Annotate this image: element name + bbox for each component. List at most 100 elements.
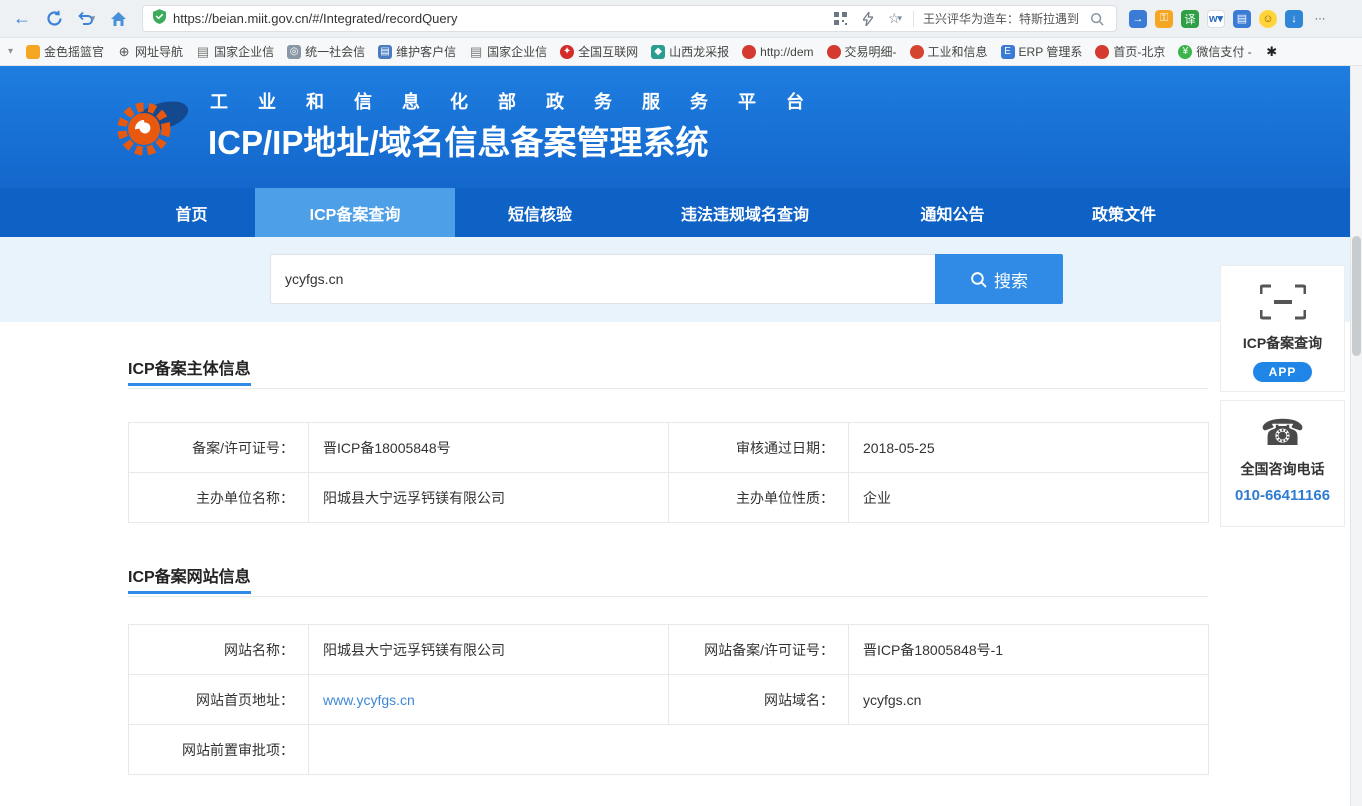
- wechat-pay-icon: ¥: [1178, 45, 1192, 59]
- section-title: ICP备案主体信息: [128, 355, 251, 386]
- main-content: ICP备案主体信息 备案/许可证号： 晋ICP备18005848号 审核通过日期…: [128, 322, 1208, 775]
- scrollbar-thumb[interactable]: [1352, 236, 1361, 356]
- search-icon[interactable]: [1088, 10, 1106, 28]
- table-row: 网站首页地址： www.ycyfgs.cn 网站域名： ycyfgs.cn: [129, 675, 1209, 725]
- notes-icon[interactable]: ▤: [1233, 10, 1251, 28]
- security-shield-icon: [153, 9, 166, 29]
- field-value: 阳城县大宁远孚钙镁有限公司: [309, 625, 669, 675]
- qr-grid-icon[interactable]: [832, 10, 850, 28]
- field-value: 2018-05-25: [849, 423, 1209, 473]
- word-icon[interactable]: w▾: [1207, 10, 1225, 28]
- document-icon: ▤: [196, 45, 210, 59]
- tab-sms-verification[interactable]: 短信核验: [455, 188, 625, 237]
- home-icon[interactable]: [104, 5, 132, 33]
- address-bar[interactable]: https://beian.miit.gov.cn/#/Integrated/r…: [142, 5, 1117, 32]
- bookmarks-menu-icon[interactable]: ▾: [8, 46, 13, 57]
- domain-search-input[interactable]: [270, 254, 935, 304]
- emblem-icon: ✦: [560, 45, 574, 59]
- undo-dropdown-icon[interactable]: ▾: [91, 13, 96, 24]
- refresh-icon[interactable]: [40, 5, 68, 33]
- tab-icp-record-query[interactable]: ICP备案查询: [255, 188, 455, 237]
- bookmark-item[interactable]: ◎统一社会信: [287, 43, 365, 60]
- hotline-number: 010-66411166: [1221, 487, 1344, 504]
- page-title: ICP/IP地址/域名信息备案管理系统: [208, 116, 709, 164]
- bookmark-item[interactable]: ◆山西龙采报: [651, 43, 729, 60]
- bookmark-item[interactable]: ▤国家企业信: [469, 43, 547, 60]
- lightning-icon[interactable]: [859, 10, 877, 28]
- bookmark-favicon: [26, 45, 40, 59]
- field-label: 审核通过日期：: [669, 423, 849, 473]
- bookmark-favicon: ◎: [287, 45, 301, 59]
- bookmark-item[interactable]: 首页-北京: [1095, 43, 1165, 60]
- field-value: 阳城县大宁远孚钙镁有限公司: [309, 473, 669, 523]
- document-icon: ▤: [469, 45, 483, 59]
- tab-policy-documents[interactable]: 政策文件: [1040, 188, 1208, 237]
- undo-icon[interactable]: ▾: [72, 5, 100, 33]
- table-row: 主办单位名称： 阳城县大宁远孚钙镁有限公司 主办单位性质： 企业: [129, 473, 1209, 523]
- field-value: [309, 725, 1209, 775]
- bookmark-item[interactable]: ▤国家企业信: [196, 43, 274, 60]
- field-label: 网站前置审批项：: [129, 725, 309, 775]
- smiley-icon[interactable]: ☺: [1259, 10, 1277, 28]
- back-icon[interactable]: ←: [8, 5, 36, 33]
- website-home-link[interactable]: www.ycyfgs.cn: [323, 692, 415, 708]
- page: ← ▾ https://beian.miit.gov.cn/#/Integrat…: [0, 0, 1362, 806]
- app-badge: APP: [1253, 362, 1313, 382]
- field-label: 网站首页地址：: [129, 675, 309, 725]
- hotline-title: 全国咨询电话: [1221, 459, 1344, 479]
- field-label: 网站域名：: [669, 675, 849, 725]
- field-label: 备案/许可证号：: [129, 423, 309, 473]
- divider: [913, 11, 914, 27]
- more-icon[interactable]: ⋯: [1311, 10, 1329, 28]
- bookmark-favicon: [827, 45, 841, 59]
- globe-icon: ⊕: [117, 45, 131, 59]
- site-header: 工业和信息化部政务服务平台 ICP/IP地址/域名信息备案管理系统: [0, 66, 1362, 188]
- bookmark-item[interactable]: http://dem: [742, 45, 813, 59]
- field-label: 主办单位性质：: [669, 473, 849, 523]
- subject-section-header: ICP备案主体信息: [128, 355, 1208, 389]
- section-title: ICP备案网站信息: [128, 563, 251, 594]
- field-label: 网站备案/许可证号：: [669, 625, 849, 675]
- browser-toolbar: ← ▾ https://beian.miit.gov.cn/#/Integrat…: [0, 0, 1362, 38]
- hotline-card: ☎ 全国咨询电话 010-66411166: [1220, 400, 1345, 527]
- icp-query-app-card[interactable]: ICP备案查询 APP: [1220, 265, 1345, 392]
- bookmark-favicon: E: [1001, 45, 1015, 59]
- bookmark-item[interactable]: ¥微信支付 -: [1178, 43, 1251, 60]
- scan-icon: [1221, 284, 1344, 325]
- bookmark-item[interactable]: 金色摇篮官: [26, 43, 104, 60]
- search-button[interactable]: 搜索: [935, 254, 1063, 304]
- bookmark-item[interactable]: ⊕网址导航: [117, 43, 183, 60]
- translate-icon[interactable]: 译: [1181, 10, 1199, 28]
- field-value: 晋ICP备18005848号-1: [849, 625, 1209, 675]
- bookmark-favicon: ▤: [378, 45, 392, 59]
- bookmark-item[interactable]: 工业和信息: [910, 43, 988, 60]
- bookmark-favicon: [910, 45, 924, 59]
- tab-notices[interactable]: 通知公告: [865, 188, 1040, 237]
- tab-illegal-domain-query[interactable]: 违法违规域名查询: [625, 188, 865, 237]
- field-label: 主办单位名称：: [129, 473, 309, 523]
- bookmark-item[interactable]: ▤维护客户信: [378, 43, 456, 60]
- bookmark-favicon: [742, 45, 756, 59]
- bookmarks-bar: ▾ 金色摇篮官 ⊕网址导航 ▤国家企业信 ◎统一社会信 ▤维护客户信 ▤国家企业…: [0, 38, 1362, 66]
- bookmark-item[interactable]: 交易明细-: [827, 43, 897, 60]
- url-text: https://beian.miit.gov.cn/#/Integrated/r…: [173, 11, 825, 26]
- bookmark-item[interactable]: ✦全国互联网: [560, 43, 638, 60]
- field-label: 网站名称：: [129, 625, 309, 675]
- extension-icons: → ⚿ 译 w▾ ▤ ☺ ↓ ⋯: [1129, 10, 1329, 28]
- key-icon[interactable]: ⚿: [1155, 10, 1173, 28]
- star-icon[interactable]: ☆▾: [886, 10, 904, 28]
- hot-search-text[interactable]: 王兴评华为造车：特斯拉遇到: [923, 10, 1079, 27]
- tab-home[interactable]: 首页: [128, 188, 255, 237]
- field-value: 晋ICP备18005848号: [309, 423, 669, 473]
- miit-logo: [112, 92, 190, 167]
- bookmark-favicon: ◆: [651, 45, 665, 59]
- login-icon[interactable]: →: [1129, 10, 1147, 28]
- table-row: 网站前置审批项：: [129, 725, 1209, 775]
- paw-icon[interactable]: ✱: [1265, 45, 1279, 59]
- download-icon[interactable]: ↓: [1285, 10, 1303, 28]
- field-value: ycyfgs.cn: [849, 675, 1209, 725]
- phone-icon: ☎: [1221, 415, 1344, 451]
- bookmark-item[interactable]: EERP 管理系: [1001, 43, 1083, 60]
- scrollbar[interactable]: [1350, 66, 1362, 806]
- website-info-table: 网站名称： 阳城县大宁远孚钙镁有限公司 网站备案/许可证号： 晋ICP备1800…: [128, 624, 1209, 775]
